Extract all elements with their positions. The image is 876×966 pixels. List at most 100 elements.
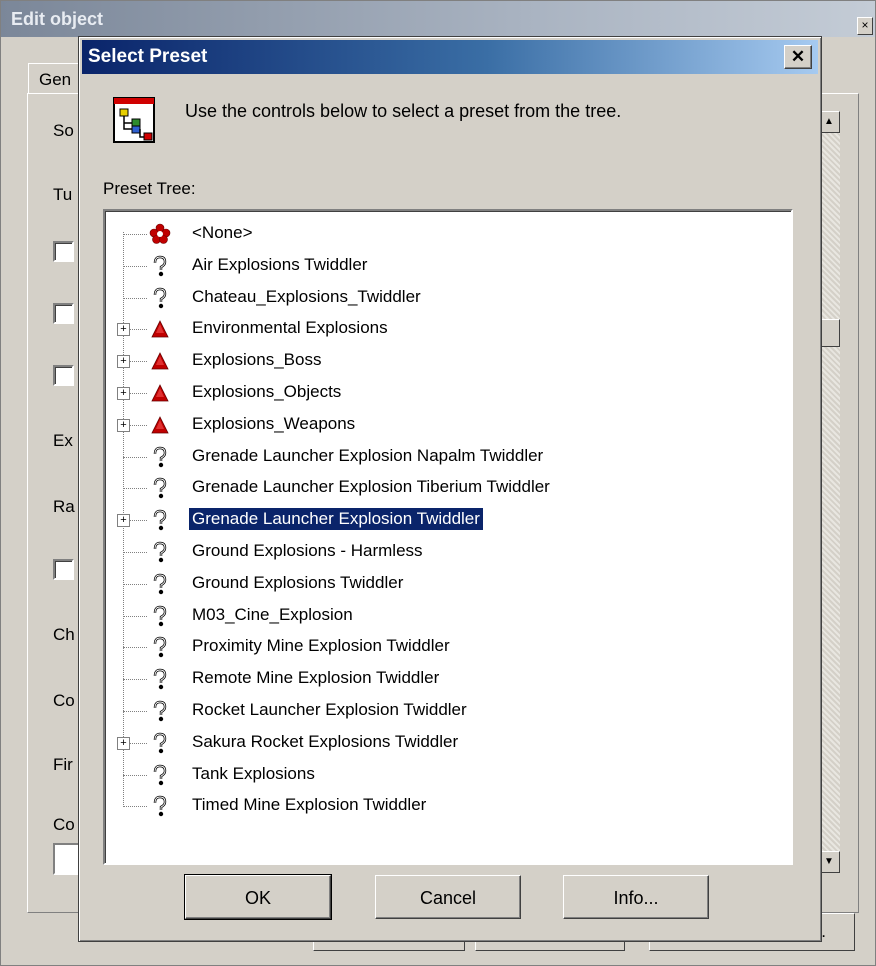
ok-button[interactable]: OK bbox=[184, 874, 332, 920]
tree-node-label[interactable]: Explosions_Objects bbox=[189, 381, 344, 403]
tree-connector bbox=[123, 711, 147, 712]
explosion-icon bbox=[149, 318, 171, 340]
preset-tree-icon bbox=[113, 97, 155, 143]
tree-node-label[interactable]: Explosions_Weapons bbox=[189, 413, 358, 435]
tree-connector bbox=[123, 806, 147, 808]
twiddler-icon bbox=[149, 732, 171, 754]
tree-node[interactable]: Grenade Launcher Explosion Tiberium Twid… bbox=[105, 473, 791, 503]
tree-connector bbox=[123, 265, 147, 267]
tree-node[interactable]: <None> bbox=[105, 219, 791, 249]
field-label: So bbox=[53, 121, 74, 140]
checkbox[interactable] bbox=[53, 559, 74, 580]
tree-node[interactable]: Proximity Mine Explosion Twiddler bbox=[105, 632, 791, 662]
checkbox[interactable] bbox=[53, 365, 74, 386]
preset-tree[interactable]: <None> Air Explosions Twiddler Chateau_Exp… bbox=[103, 209, 793, 865]
tree-node-label[interactable]: Grenade Launcher Explosion Twiddler bbox=[189, 508, 483, 531]
expand-icon[interactable]: + bbox=[117, 418, 130, 432]
field-label: Fir bbox=[53, 755, 73, 774]
twiddler-icon bbox=[149, 700, 171, 722]
edit-object-titlebar: Edit object bbox=[1, 1, 875, 37]
tree-node-label[interactable]: Ground Explosions - Harmless bbox=[189, 540, 426, 562]
tree-node[interactable]: + Explosions_Boss bbox=[105, 346, 791, 376]
twiddler-icon bbox=[149, 764, 171, 786]
tree-node-label[interactable]: Remote Mine Explosion Twiddler bbox=[189, 667, 442, 689]
tree-connector bbox=[123, 456, 147, 458]
checkbox[interactable] bbox=[53, 241, 74, 262]
field-label: Ch bbox=[53, 625, 75, 644]
twiddler-icon bbox=[149, 287, 171, 309]
tree-node[interactable]: Ground Explosions - Harmless bbox=[105, 537, 791, 567]
tree-node[interactable]: Remote Mine Explosion Twiddler bbox=[105, 664, 791, 694]
edit-object-close-button[interactable]: × bbox=[857, 17, 873, 35]
twiddler-icon bbox=[149, 509, 171, 531]
explosion-icon bbox=[149, 350, 171, 372]
tree-connector bbox=[123, 774, 147, 776]
tree-node[interactable]: M03_Cine_Explosion bbox=[105, 601, 791, 631]
tree-connector bbox=[123, 583, 147, 585]
field-label: Tu bbox=[53, 185, 73, 204]
tree-node-label[interactable]: Air Explosions Twiddler bbox=[189, 254, 370, 276]
tree-node-label[interactable]: Rocket Launcher Explosion Twiddler bbox=[189, 699, 470, 721]
explosion-icon bbox=[149, 382, 171, 404]
tab-general-label: Gen bbox=[39, 70, 72, 89]
twiddler-icon bbox=[149, 795, 171, 817]
none-icon bbox=[149, 223, 171, 245]
tree-node-label[interactable]: Environmental Explosions bbox=[189, 317, 391, 339]
tree-node[interactable]: Tank Explosions bbox=[105, 760, 791, 790]
tree-node-label[interactable]: Timed Mine Explosion Twiddler bbox=[189, 794, 429, 816]
twiddler-icon bbox=[149, 446, 171, 468]
tree-node[interactable]: + Explosions_Weapons bbox=[105, 410, 791, 440]
tree-node-label[interactable]: Grenade Launcher Explosion Tiberium Twid… bbox=[189, 476, 553, 498]
tree-node-label[interactable]: Explosions_Boss bbox=[189, 349, 324, 371]
dialog-title: Select Preset bbox=[88, 46, 208, 67]
tree-node[interactable]: + Sakura Rocket Explosions Twiddler bbox=[105, 728, 791, 758]
tree-node[interactable]: + Explosions_Objects bbox=[105, 378, 791, 408]
tree-node[interactable]: Grenade Launcher Explosion Napalm Twiddl… bbox=[105, 442, 791, 472]
field-label: Ra bbox=[53, 497, 75, 516]
expand-icon[interactable]: + bbox=[117, 323, 130, 337]
tree-node[interactable]: Chateau_Explosions_Twiddler bbox=[105, 283, 791, 313]
dialog-instruction: Use the controls below to select a prese… bbox=[185, 101, 622, 121]
expand-icon[interactable]: + bbox=[117, 736, 130, 750]
field-label: Co bbox=[53, 815, 75, 834]
twiddler-icon bbox=[149, 541, 171, 563]
tree-node-label[interactable]: Proximity Mine Explosion Twiddler bbox=[189, 635, 453, 657]
tree-node-label[interactable]: Ground Explosions Twiddler bbox=[189, 572, 406, 594]
tree-node-label[interactable]: <None> bbox=[189, 222, 256, 244]
checkbox[interactable] bbox=[53, 303, 74, 324]
twiddler-icon bbox=[149, 605, 171, 627]
tree-connector bbox=[123, 297, 147, 299]
edit-object-title: Edit object bbox=[11, 9, 104, 29]
tree-node[interactable]: Air Explosions Twiddler bbox=[105, 251, 791, 281]
tree-node-label[interactable]: Sakura Rocket Explosions Twiddler bbox=[189, 731, 461, 753]
tree-node[interactable]: Timed Mine Explosion Twiddler bbox=[105, 791, 791, 821]
select-preset-dialog: Select Preset ✕ Use the controls below t… bbox=[78, 36, 822, 942]
tree-node-label[interactable]: Tank Explosions bbox=[189, 763, 318, 785]
tree-connector bbox=[123, 647, 147, 649]
tree-node-label[interactable]: Grenade Launcher Explosion Napalm Twiddl… bbox=[189, 445, 546, 467]
tree-node[interactable]: + Grenade Launcher Explosion Twiddler bbox=[105, 505, 791, 535]
tree-connector bbox=[123, 552, 147, 553]
dialog-close-button[interactable]: ✕ bbox=[784, 45, 812, 69]
twiddler-icon bbox=[149, 573, 171, 595]
expand-icon[interactable]: + bbox=[117, 355, 130, 369]
tree-node[interactable]: Rocket Launcher Explosion Twiddler bbox=[105, 696, 791, 726]
cancel-button[interactable]: Cancel bbox=[375, 875, 521, 919]
field-label: Co bbox=[53, 691, 75, 710]
explosion-icon bbox=[149, 414, 171, 436]
tree-node-label[interactable]: Chateau_Explosions_Twiddler bbox=[189, 286, 424, 308]
dialog-titlebar[interactable]: Select Preset ✕ bbox=[82, 40, 818, 74]
tree-node[interactable]: Ground Explosions Twiddler bbox=[105, 569, 791, 599]
info-button[interactable]: Info... bbox=[563, 875, 709, 919]
tree-node-label[interactable]: M03_Cine_Explosion bbox=[189, 604, 356, 626]
field-label: Ex bbox=[53, 431, 73, 450]
tree-node[interactable]: + Environmental Explosions bbox=[105, 314, 791, 344]
twiddler-icon bbox=[149, 255, 171, 277]
preset-tree-label: Preset Tree: bbox=[103, 179, 196, 198]
twiddler-icon bbox=[149, 477, 171, 499]
twiddler-icon bbox=[149, 668, 171, 690]
tree-connector bbox=[123, 488, 147, 490]
expand-icon[interactable]: + bbox=[117, 514, 130, 528]
expand-icon[interactable]: + bbox=[117, 387, 130, 400]
tree-connector bbox=[123, 234, 147, 235]
